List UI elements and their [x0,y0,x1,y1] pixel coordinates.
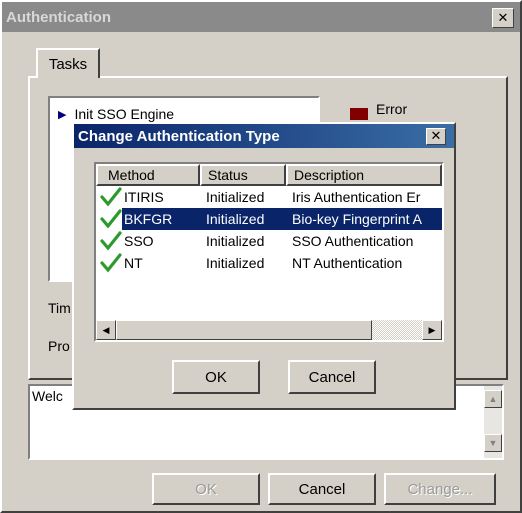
scroll-left-icon: ◀ [102,324,110,335]
column-description-label: Description [294,167,365,183]
dialog-cancel-label: Cancel [308,368,356,386]
window-title: Authentication [6,8,111,26]
table-row-selected[interactable]: BKFGR Initialized Bio-key Fingerprint A [96,208,442,230]
progress-label: Pro [48,338,70,354]
column-header-description[interactable]: Description [286,164,442,186]
row-status: Initialized [206,211,265,227]
row-status: Initialized [206,233,265,249]
column-status-label: Status [208,167,248,183]
log-vscrollbar[interactable]: ▲ ▼ [484,386,502,458]
change-button[interactable]: Change... [384,473,496,505]
error-legend-swatch [350,108,368,120]
row-method: NT [124,255,143,271]
scroll-down-icon: ▼ [488,438,498,448]
window-close-button[interactable]: ✕ [492,8,514,28]
row-method: ITIRIS [124,189,164,205]
table-row[interactable]: SSO Initialized SSO Authentication [96,230,442,252]
close-icon: ✕ [430,129,442,144]
task-item-label: Init SSO Engine [74,106,175,122]
dialog-ok-button[interactable]: OK [172,360,260,394]
change-label: Change... [407,480,473,498]
time-label: Tim [48,300,71,316]
main-ok-label: OK [195,480,217,498]
scroll-left-button[interactable]: ◀ [96,320,116,340]
check-icon [100,253,122,273]
scroll-up-icon: ▲ [488,394,498,404]
row-method: SSO [124,233,154,249]
dialog-cancel-button[interactable]: Cancel [288,360,376,394]
row-description: Bio-key Fingerprint A [292,211,422,227]
play-arrow-icon: ▶ [58,108,67,121]
tab-tasks[interactable]: Tasks [36,48,100,78]
column-header-method[interactable]: Method [96,164,200,186]
close-icon: ✕ [497,10,509,26]
error-legend-label: Error [376,101,408,117]
row-method: BKFGR [124,211,173,227]
row-description: Iris Authentication Er [292,189,421,205]
scroll-right-icon: ▶ [428,324,436,335]
main-cancel-label: Cancel [298,480,346,498]
row-status: Initialized [206,189,265,205]
check-icon [100,209,122,229]
row-status: Initialized [206,255,265,271]
scroll-thumb[interactable] [116,320,372,340]
column-header-status[interactable]: Status [200,164,286,186]
main-cancel-button[interactable]: Cancel [268,473,376,505]
column-method-label: Method [108,167,155,183]
task-item[interactable]: ▶ Init SSO Engine [58,104,174,124]
dialog-title: Change Authentication Type [78,127,280,145]
scroll-up-button[interactable]: ▲ [484,390,502,408]
window-titlebar: Authentication [2,2,520,32]
dialog-close-button[interactable]: ✕ [426,128,446,145]
method-listview[interactable]: Method Status Description ITIRIS Initial… [94,162,444,342]
check-icon [100,231,122,251]
horizontal-scrollbar[interactable]: ◀ ▶ [96,320,442,340]
row-description: SSO Authentication [292,233,414,249]
change-auth-dialog: Change Authentication Type ✕ Method Stat… [72,122,456,410]
table-row[interactable]: NT Initialized NT Authentication [96,252,442,274]
scroll-right-button[interactable]: ▶ [422,320,442,340]
tab-tasks-label: Tasks [48,55,88,73]
scroll-down-button[interactable]: ▼ [484,434,502,452]
row-description: NT Authentication [292,255,403,271]
table-row[interactable]: ITIRIS Initialized Iris Authentication E… [96,186,442,208]
dialog-titlebar: Change Authentication Type [74,124,454,148]
list-header: Method Status Description [96,164,442,186]
dialog-ok-label: OK [205,368,227,386]
main-ok-button[interactable]: OK [152,473,260,505]
log-text: Welc [32,388,63,404]
check-icon [100,187,122,207]
